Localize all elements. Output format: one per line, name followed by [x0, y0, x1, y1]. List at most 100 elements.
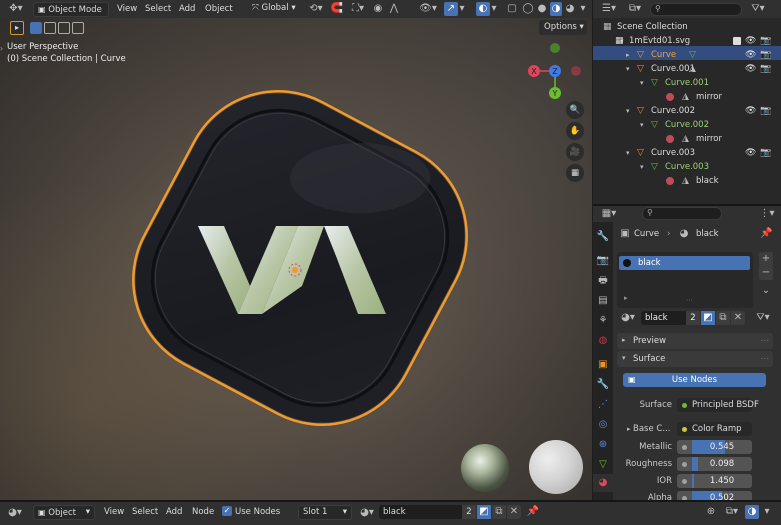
visibility-icon[interactable]: 👁▾ — [418, 2, 438, 16]
bottom-unlink-icon[interactable]: ✕ — [507, 505, 521, 519]
select-extend-icon[interactable] — [44, 22, 56, 34]
surface-section-header[interactable]: ▾ Surface ⋯ — [617, 351, 773, 367]
param-slider[interactable]: 0.545 — [677, 440, 752, 454]
expand-arrow-icon[interactable]: ▾ — [640, 121, 644, 129]
param-slider[interactable]: 0.098 — [677, 457, 752, 471]
object-type-dropdown[interactable]: ▣ Object ▾ — [33, 505, 95, 520]
modifier-tab-icon[interactable]: 🔧 — [596, 378, 610, 392]
shading-rendered-icon[interactable]: ◕ — [564, 2, 576, 16]
slot-list-resize-handle[interactable]: ⋯ — [686, 296, 693, 304]
render-camera-icon[interactable]: 📷 — [760, 104, 771, 118]
shading-solid-icon[interactable]: ● — [536, 2, 548, 16]
perspective-grid-icon[interactable]: ▦ — [566, 164, 584, 182]
render-camera-icon[interactable]: 📷 — [760, 34, 771, 48]
expand-arrow-icon[interactable]: ▾ — [626, 107, 630, 115]
overlay-nodes-icon[interactable]: ⧉▾ — [722, 505, 742, 519]
backdrop-dropdown-icon[interactable]: ▾ — [760, 505, 774, 519]
menu-object[interactable]: Object — [205, 0, 233, 18]
toolbar-expand-icon[interactable]: › — [0, 44, 3, 53]
menu-add[interactable]: Add — [179, 0, 195, 18]
outliner-search-input[interactable]: ⚲ — [650, 3, 742, 16]
user-count[interactable]: 2 — [686, 311, 700, 325]
drag-handle-icon[interactable]: ⋯ — [761, 351, 770, 367]
snap-icon[interactable]: 🧲 — [330, 2, 344, 16]
render-camera-icon[interactable]: 📷 — [760, 146, 771, 160]
properties-options-icon[interactable]: ⋮▾ — [758, 207, 776, 221]
expand-arrow-icon[interactable]: ▾ — [626, 65, 630, 73]
select-tool-button[interactable]: ▸ — [10, 21, 24, 35]
material-tab-icon[interactable]: ◕ — [596, 476, 610, 490]
bottom-material-browse-icon[interactable]: ◕▾ — [357, 506, 377, 520]
mode-dropdown[interactable]: ▣ Object Mode ▾ — [33, 2, 109, 28]
viewport[interactable]: ▸ Options ▾ User Perspective (0) Scene C… — [0, 18, 592, 500]
remove-slot-button[interactable]: − — [759, 266, 773, 280]
bottom-user-count[interactable]: 2 — [462, 505, 476, 519]
material-browse-icon[interactable]: ◕▾ — [618, 311, 638, 325]
expand-arrow-icon[interactable]: ▾ — [626, 149, 630, 157]
display-mode-icon[interactable]: ⧉▾ — [624, 2, 646, 16]
curve-object-render[interactable] — [120, 78, 480, 438]
falloff-icon[interactable]: ⋀ — [386, 2, 402, 16]
material-name-field[interactable]: black — [641, 311, 686, 325]
overlay-dropdown-icon[interactable]: ▾ — [490, 2, 498, 16]
shading-dropdown-icon[interactable]: ▾ — [578, 2, 588, 16]
scene-tab-icon[interactable]: ⚘ — [596, 314, 610, 328]
pivot-icon[interactable]: ⟲▾ — [306, 2, 326, 16]
shading-wireframe-icon[interactable]: ◯ — [522, 2, 534, 16]
menu-view[interactable]: View — [117, 0, 137, 18]
camera-icon[interactable]: 🎥 — [566, 143, 584, 161]
surface-shader-field[interactable]: Principled BSDF — [677, 398, 759, 412]
eye-icon[interactable]: 👁 — [745, 34, 756, 48]
slot-list-expand-icon[interactable]: ▸ — [624, 294, 628, 302]
unlink-icon[interactable]: ✕ — [731, 311, 745, 325]
fake-user-icon[interactable]: ◩ — [701, 311, 715, 325]
drag-handle-icon[interactable]: ⋯ — [761, 333, 770, 349]
param-slider[interactable]: 1.450 — [677, 474, 752, 488]
menu-select[interactable]: Select — [145, 0, 171, 18]
render-camera-icon[interactable]: 📷 — [760, 62, 771, 76]
particles-tab-icon[interactable]: ⋰ — [596, 398, 610, 412]
pan-hand-icon[interactable]: ✋ — [566, 122, 584, 140]
xray-icon[interactable]: ▢ — [506, 2, 518, 16]
bottom-menu-select[interactable]: Select — [132, 502, 158, 522]
shader-editor-type-icon[interactable]: ◕▾ — [4, 506, 26, 520]
use-nodes-button[interactable]: ▣ Use Nodes — [623, 373, 766, 387]
snap-target-icon[interactable]: ⛶▾ — [348, 2, 368, 16]
pin-icon[interactable]: 📌 — [760, 227, 772, 241]
object-tab-icon[interactable]: ▣ — [596, 358, 610, 372]
duplicate-icon[interactable]: ⧉ — [716, 311, 730, 325]
proportional-edit-icon[interactable]: ◉ — [372, 2, 384, 16]
overlay-toggle-icon[interactable]: ◐ — [476, 2, 490, 16]
zoom-icon[interactable]: 🔍 — [566, 101, 584, 119]
tool-tab-icon[interactable]: 🔧 — [596, 230, 610, 244]
view-layer-tab-icon[interactable]: ▤ — [596, 294, 610, 308]
bottom-fake-user-icon[interactable]: ◩ — [477, 505, 491, 519]
bottom-duplicate-icon[interactable]: ⧉ — [492, 505, 506, 519]
shading-material-icon[interactable]: ◑ — [550, 2, 562, 16]
select-new-icon[interactable] — [30, 22, 42, 34]
bottom-pin-icon[interactable]: 📌 — [526, 505, 540, 519]
filter-icon[interactable]: ⛛▾ — [748, 2, 768, 16]
expand-arrow-icon[interactable]: ▸ — [626, 51, 630, 59]
bottom-material-name-field[interactable]: black — [379, 505, 462, 519]
expand-arrow-icon[interactable]: ▾ — [640, 79, 644, 87]
render-tab-icon[interactable]: 📷 — [596, 254, 610, 268]
bottom-menu-node[interactable]: Node — [192, 502, 214, 522]
options-dropdown[interactable]: Options ▾ — [539, 20, 587, 35]
bottom-menu-add[interactable]: Add — [166, 502, 182, 522]
snap-toggle-icon[interactable]: ⊕ — [704, 505, 718, 519]
editor-type-icon[interactable]: ✥▾ — [6, 2, 26, 16]
orientation-dropdown[interactable]: ⤧ Global ▾ — [248, 2, 302, 17]
eye-icon[interactable]: 👁 — [745, 104, 756, 118]
eye-icon[interactable]: 👁 — [745, 146, 756, 160]
backdrop-icon[interactable]: ◑ — [745, 505, 759, 519]
select-subtract-icon[interactable] — [58, 22, 70, 34]
outliner-editor-icon[interactable]: ☰▾ — [598, 2, 620, 16]
eye-icon[interactable]: 👁 — [745, 62, 756, 76]
navigation-gizmo[interactable]: X Z Y — [522, 40, 588, 102]
eye-icon[interactable]: 👁 — [745, 48, 756, 62]
world-tab-icon[interactable]: ◍ — [596, 334, 610, 348]
output-tab-icon[interactable]: 🖶 — [596, 274, 610, 288]
slot-link-icon[interactable]: ⛛▾ — [752, 311, 774, 325]
properties-search-input[interactable]: ⚲ — [642, 207, 722, 220]
